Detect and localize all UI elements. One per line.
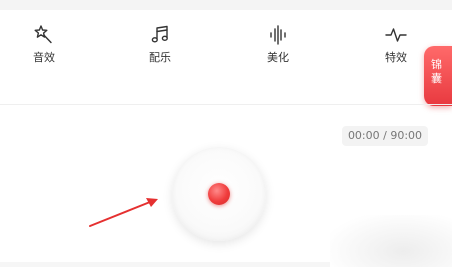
tool-label-sound-effects: 音效: [33, 51, 55, 64]
side-tab-label-1: 锦: [431, 58, 442, 71]
top-strip: [0, 0, 452, 10]
tool-label-music: 配乐: [149, 51, 171, 64]
tool-sound-effects[interactable]: 音效: [14, 24, 74, 65]
music-note-icon: [130, 24, 190, 46]
bottom-strip: [0, 262, 330, 267]
tool-bar: 音效 配乐 美化 特效: [0, 10, 452, 104]
tool-beautify[interactable]: 美化: [248, 24, 308, 65]
tool-label-special-effects: 特效: [385, 51, 407, 64]
pulse-icon: [366, 24, 426, 46]
recording-timer: 00:00 / 90:00: [342, 126, 428, 146]
tips-side-tab[interactable]: 锦 囊: [424, 46, 452, 106]
side-tab-label-2: 囊: [431, 72, 442, 85]
tool-special-effects[interactable]: 特效: [366, 24, 426, 65]
waveform-icon: [248, 24, 308, 46]
record-dot-icon: [208, 183, 230, 205]
magic-wand-icon: [14, 24, 74, 46]
tool-music[interactable]: 配乐: [130, 24, 190, 65]
red-arrow-annotation: [89, 198, 158, 227]
bottom-shadow: [330, 215, 452, 267]
tool-label-beautify: 美化: [267, 51, 289, 64]
record-button[interactable]: [172, 147, 266, 241]
divider: [0, 104, 452, 105]
